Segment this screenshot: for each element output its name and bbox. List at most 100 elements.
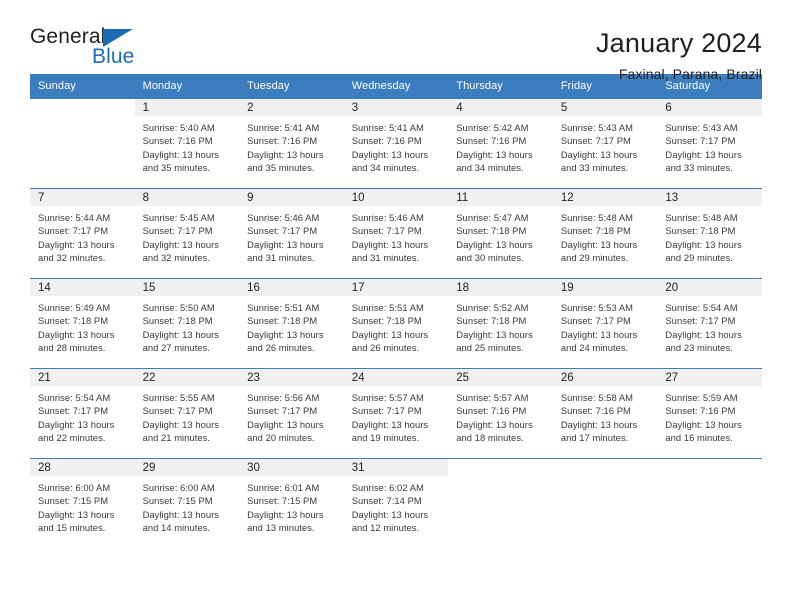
sunset-time: Sunset: 7:18 PM [560, 225, 631, 237]
calendar-day-cell[interactable]: 12 Sunrise: 5:48 AM Sunset: 7:18 PM Dayligh… [552, 188, 658, 279]
sunrise-time: Sunrise: 5:55 AM [142, 392, 215, 403]
sunrise-time: Sunrise: 5:41 AM [351, 122, 424, 133]
day-details: Sunrise: 5:41 AM Sunset: 7:16 PM Daylight:… [239, 116, 344, 174]
sunrise-time: Sunrise: 5:54 AM [665, 302, 738, 313]
day-details: Sunrise: 5:48 AM Sunset: 7:18 PM Daylight:… [657, 206, 762, 264]
sunset-time: Sunset: 7:17 PM [560, 135, 631, 147]
daylight-duration-line2: and 21 minutes. [142, 431, 211, 443]
calendar-cell-empty [448, 458, 553, 549]
day-number: 27 [657, 369, 762, 386]
calendar-day-cell[interactable]: 29 Sunrise: 6:00 AM Sunset: 7:15 PM Dayligh… [134, 458, 240, 549]
calendar-day-cell[interactable]: 1 Sunrise: 5:40 AM Sunset: 7:16 PM Daylight… [134, 98, 240, 189]
day-details: Sunrise: 5:48 AM Sunset: 7:18 PM Daylight:… [553, 206, 658, 264]
day-details: Sunrise: 5:59 AM Sunset: 7:16 PM Daylight:… [657, 386, 762, 444]
calendar-week-row: 28 Sunrise: 6:00 AM Sunset: 7:15 PM Dayligh… [30, 458, 762, 549]
calendar-day-cell[interactable]: 8 Sunrise: 5:45 AM Sunset: 7:17 PM Daylight… [134, 188, 240, 279]
calendar-day-cell[interactable]: 10 Sunrise: 5:46 AM Sunset: 7:17 PM Dayligh… [343, 188, 449, 279]
calendar-day-cell[interactable]: 19 Sunrise: 5:53 AM Sunset: 7:17 PM Dayligh… [552, 278, 658, 369]
calendar-day-cell[interactable]: 31 Sunrise: 6:02 AM Sunset: 7:14 PM Dayligh… [343, 458, 449, 549]
day-number: 17 [343, 279, 449, 296]
calendar-day-cell[interactable]: 26 Sunrise: 5:58 AM Sunset: 7:16 PM Dayligh… [552, 368, 658, 459]
sunrise-time: Sunrise: 5:47 AM [456, 212, 529, 223]
calendar-day-cell[interactable]: 13 Sunrise: 5:48 AM Sunset: 7:18 PM Dayligh… [657, 188, 762, 279]
sunrise-time: Sunrise: 5:45 AM [142, 212, 215, 223]
calendar-day-cell[interactable]: 6 Sunrise: 5:43 AM Sunset: 7:17 PM Daylight… [657, 98, 762, 189]
day-number: 9 [239, 189, 344, 206]
sunrise-time: Sunrise: 5:53 AM [560, 302, 634, 313]
daylight-duration-line1: Daylight: 13 hours [38, 508, 115, 520]
day-number: 23 [239, 369, 344, 386]
daylight-duration-line1: Daylight: 13 hours [142, 148, 220, 160]
weekday-header-sunday: Sunday [30, 74, 135, 99]
sunrise-time: Sunrise: 6:01 AM [247, 482, 320, 493]
calendar-day-cell[interactable]: 23 Sunrise: 5:56 AM Sunset: 7:17 PM Dayligh… [239, 368, 344, 459]
day-number: 26 [552, 369, 658, 386]
sunset-time: Sunset: 7:18 PM [38, 315, 109, 327]
day-number: 25 [448, 369, 553, 386]
day-number: 24 [343, 369, 449, 386]
daylight-duration-line2: and 26 minutes. [351, 341, 420, 353]
calendar-day-cell[interactable]: 21 Sunrise: 5:54 AM Sunset: 7:17 PM Dayligh… [30, 368, 135, 459]
day-number: 28 [30, 459, 135, 476]
daylight-duration-line2: and 26 minutes. [247, 341, 315, 353]
sunrise-time: Sunrise: 5:54 AM [38, 392, 111, 403]
sunrise-time: Sunrise: 5:59 AM [665, 392, 738, 403]
calendar-day-cell[interactable]: 5 Sunrise: 5:43 AM Sunset: 7:17 PM Daylight… [552, 98, 658, 189]
calendar-day-cell[interactable]: 17 Sunrise: 5:51 AM Sunset: 7:18 PM Dayligh… [343, 278, 449, 369]
calendar-day-cell[interactable]: 30 Sunrise: 6:01 AM Sunset: 7:15 PM Dayligh… [239, 458, 344, 549]
daylight-duration-line1: Daylight: 13 hours [456, 148, 533, 160]
calendar-cell-empty [657, 458, 762, 549]
sunset-time: Sunset: 7:16 PM [456, 405, 527, 417]
daylight-duration-line1: Daylight: 13 hours [38, 328, 115, 340]
day-details: Sunrise: 5:58 AM Sunset: 7:16 PM Daylight:… [553, 386, 658, 444]
calendar-day-cell[interactable]: 25 Sunrise: 5:57 AM Sunset: 7:16 PM Dayligh… [448, 368, 553, 459]
day-details: Sunrise: 6:00 AM Sunset: 7:15 PM Daylight:… [30, 476, 135, 534]
weekday-header-wednesday: Wednesday [343, 74, 449, 99]
weekday-header-tuesday: Tuesday [239, 74, 344, 99]
calendar-day-cell[interactable]: 9 Sunrise: 5:46 AM Sunset: 7:17 PM Daylight… [239, 188, 344, 279]
calendar-day-cell[interactable]: 18 Sunrise: 5:52 AM Sunset: 7:18 PM Dayligh… [448, 278, 553, 369]
day-details: Sunrise: 6:00 AM Sunset: 7:15 PM Daylight:… [135, 476, 240, 534]
day-details: Sunrise: 5:51 AM Sunset: 7:18 PM Daylight:… [344, 296, 449, 354]
calendar-day-cell[interactable]: 28 Sunrise: 6:00 AM Sunset: 7:15 PM Dayligh… [30, 458, 135, 549]
daylight-duration-line1: Daylight: 13 hours [351, 238, 429, 250]
calendar-day-cell[interactable]: 16 Sunrise: 5:51 AM Sunset: 7:18 PM Dayligh… [239, 278, 344, 369]
sunset-time: Sunset: 7:16 PM [665, 405, 736, 417]
calendar-day-cell[interactable]: 15 Sunrise: 5:50 AM Sunset: 7:18 PM Dayligh… [134, 278, 240, 369]
sunset-time: Sunset: 7:17 PM [665, 135, 736, 147]
calendar-day-cell[interactable]: 3 Sunrise: 5:41 AM Sunset: 7:16 PM Daylight… [343, 98, 449, 189]
calendar-day-cell[interactable]: 24 Sunrise: 5:57 AM Sunset: 7:17 PM Dayligh… [343, 368, 449, 459]
daylight-duration-line2: and 16 minutes. [665, 431, 733, 443]
daylight-duration-line1: Daylight: 13 hours [247, 328, 324, 340]
calendar-week-row: 7 Sunrise: 5:44 AM Sunset: 7:17 PM Daylight… [30, 188, 762, 279]
calendar-day-cell[interactable]: 20 Sunrise: 5:54 AM Sunset: 7:17 PM Dayligh… [657, 278, 762, 369]
daylight-duration-line2: and 33 minutes. [560, 161, 629, 173]
sunrise-time: Sunrise: 5:50 AM [142, 302, 215, 313]
daylight-duration-line2: and 19 minutes. [351, 431, 420, 443]
calendar-day-cell[interactable]: 4 Sunrise: 5:42 AM Sunset: 7:16 PM Daylight… [448, 98, 553, 189]
daylight-duration-line1: Daylight: 13 hours [247, 148, 324, 160]
sunrise-time: Sunrise: 5:51 AM [351, 302, 424, 313]
calendar-page: General Blue January 2024 Faxinal, Paran… [0, 0, 792, 612]
daylight-duration-line2: and 34 minutes. [351, 161, 420, 173]
day-number: 5 [552, 99, 658, 116]
calendar-day-cell[interactable]: 2 Sunrise: 5:41 AM Sunset: 7:16 PM Daylight… [239, 98, 344, 189]
daylight-duration-line1: Daylight: 13 hours [456, 418, 533, 430]
sunrise-time: Sunrise: 5:42 AM [456, 122, 529, 133]
day-number: 21 [30, 369, 135, 386]
general-blue-logo[interactable]: General Blue [30, 26, 150, 74]
sunrise-time: Sunrise: 5:51 AM [247, 302, 320, 313]
calendar-day-cell[interactable]: 14 Sunrise: 5:49 AM Sunset: 7:18 PM Dayligh… [30, 278, 135, 369]
daylight-duration-line2: and 34 minutes. [456, 161, 524, 173]
calendar-day-cell[interactable]: 27 Sunrise: 5:59 AM Sunset: 7:16 PM Dayligh… [657, 368, 762, 459]
sunset-time: Sunset: 7:18 PM [247, 315, 318, 327]
daylight-duration-line1: Daylight: 13 hours [456, 238, 533, 250]
calendar-day-cell[interactable]: 11 Sunrise: 5:47 AM Sunset: 7:18 PM Dayligh… [448, 188, 553, 279]
sunrise-time: Sunrise: 5:56 AM [247, 392, 320, 403]
logo-text-general: General [30, 25, 106, 48]
sunset-time: Sunset: 7:16 PM [351, 135, 422, 147]
calendar-day-cell[interactable]: 7 Sunrise: 5:44 AM Sunset: 7:17 PM Daylight… [30, 188, 135, 279]
day-number: 22 [134, 369, 240, 386]
sunrise-time: Sunrise: 5:48 AM [560, 212, 634, 223]
calendar-day-cell[interactable]: 22 Sunrise: 5:55 AM Sunset: 7:17 PM Dayligh… [134, 368, 240, 459]
